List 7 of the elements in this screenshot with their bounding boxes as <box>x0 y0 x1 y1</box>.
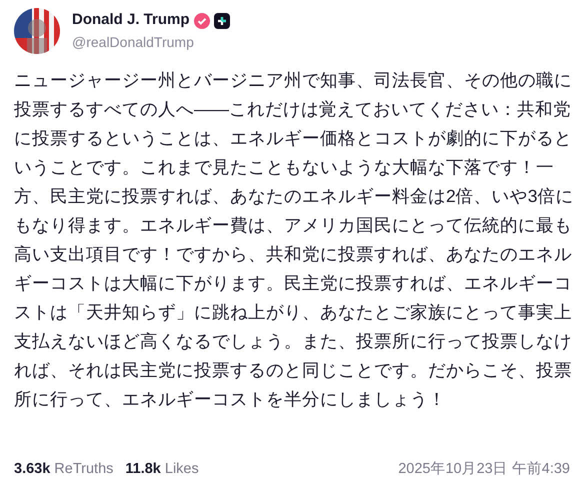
post-timestamp: 2025年10月23日 午前4:39 <box>398 460 570 480</box>
stat-link[interactable]: 11.8k Likes <box>125 459 199 481</box>
avatar <box>14 8 60 54</box>
plus-badge-icon <box>214 12 230 28</box>
author-name: Donald J. Trump <box>72 10 190 30</box>
stat-link[interactable]: 3.63k ReTruths <box>14 459 114 481</box>
post-text: ニュージャージー州とバージニア州で知事、司法長官、その他の職に投票するすべての人へ——これだけは覚えておいてください：共和党に投票するということは、エネルギー価格とコストが劇的に下がるということです。これまで見たこともないような大幅な下落です！一方、民主党に投票すれば、あなたのエネルギー料金は2倍、いや3倍にもなり得ます。エネルギー費は、アメリカ国民にとって伝統的に最も高い支出項目です！ですから、共和党に投票すれば、あなたのエネルギーコストは大幅に下がります。民主党に投票すれば、エネルギーコストは「天井知らず」に跳ね上がり、あなたとご家族にとって事実上支払えないほど高くなるでしょう。また、投票所に行って投票しなければ、それは民主党に投票するのと同じことです。だからこそ、投票所に行って、エネルギーコストを半分にしましょう！ <box>14 69 574 411</box>
